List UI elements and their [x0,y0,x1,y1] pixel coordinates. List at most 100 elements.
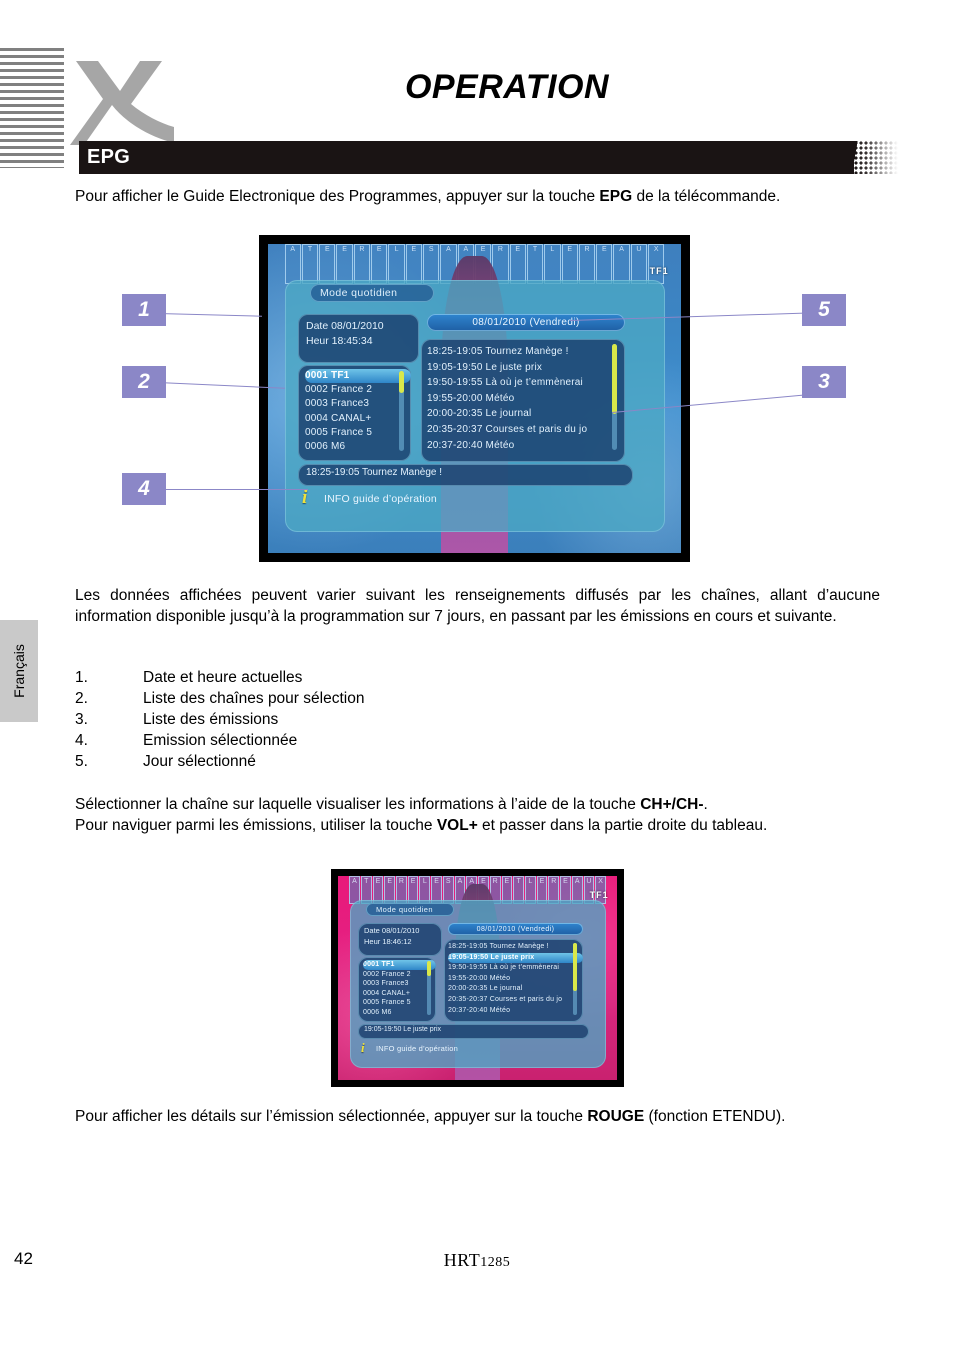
channel-scrollbar-track-2[interactable] [427,961,431,1015]
program-scrollbar-thumb-2[interactable] [573,943,577,991]
current-time: Heur 18:45:34 [306,335,373,347]
footer-model-main: HRT [443,1250,481,1270]
grid-cell: U [630,244,648,284]
mode-label: Mode quotidien [310,284,434,302]
info-icon-2: i [361,1040,365,1055]
channel-list-item[interactable]: 0006 M6 [305,440,411,454]
leader-line-4 [158,489,308,490]
grid-cell: E [371,244,388,284]
program-scrollbar-track[interactable] [612,344,617,450]
program-list-2[interactable]: 18:25-19:05 Tournez Manège ! 19:05-19:50 … [444,939,583,1022]
channel-list-2[interactable]: 0001 TF1 0002 France 2 0003 France3 0004 CA… [358,957,436,1022]
channel-list-item[interactable]: 0004 CANAL+ [305,412,411,426]
callout-1: 1 [122,294,166,326]
program-list-item[interactable]: 18:25-19:05 Tournez Manège ! [448,942,583,953]
grid-cell: E [319,244,336,284]
detail-text-pre: Pour afficher les détails sur l’émission… [75,1108,588,1125]
select-text-post: . [703,796,708,813]
select-channel-paragraph: Sélectionner la chaîne sur laquelle visu… [75,794,880,815]
intro-text-post: de la télécommande. [632,188,781,205]
grid-cell: R [578,244,596,284]
program-list-item[interactable]: 20:37-20:40 Météo [448,1006,583,1017]
detail-paragraph: Pour afficher les détails sur l’émission… [75,1106,880,1127]
channel-list-item[interactable]: 0004 CANAL+ [363,989,436,999]
grid-cell: X [648,244,665,284]
legend-text: Emission sélectionnée [143,732,298,749]
channel-list[interactable]: 0001 TF1 0002 France 2 0003 France3 0004 CA… [298,365,411,461]
detail-key-rouge: ROUGE [587,1108,645,1125]
nav-key-vol: VOL+ [436,817,478,834]
legend-number: 5. [75,753,88,770]
legend-row: 5. Jour sélectionné [75,751,575,772]
program-list-item[interactable]: 18:25-19:05 Tournez Manège ! [427,344,625,360]
program-list-item[interactable]: 20:35-20:37 Courses et paris du jo [448,995,583,1006]
callout-5: 5 [802,294,846,326]
channel-list-item[interactable]: 0001 TF1 [363,960,436,970]
program-list-item[interactable]: 19:55-20:00 Météo [448,974,583,985]
program-list-item[interactable]: 20:37-20:40 Météo [427,438,625,454]
program-list-item[interactable]: 19:05-19:50 Le juste prix [448,952,583,964]
legend-text: Jour sélectionné [143,753,256,770]
current-date-2: Date 08/01/2010 [364,926,420,935]
grid-cell: E [336,244,353,284]
legend-row: 4. Emission sélectionnée [75,730,575,751]
nav-text-post: et passer dans la partie droite du table… [477,817,768,834]
program-list-item[interactable]: 19:05-19:50 Le juste prix [427,360,625,376]
channel-list-item[interactable]: 0005 France 5 [305,426,411,440]
info-icon: i [302,487,308,508]
program-list-item[interactable]: 19:50-19:55 Là où je t’emmènerai [427,375,625,391]
language-tab-francais: Français [0,620,38,722]
legend-number: 3. [75,711,88,728]
section-bar: EPG [79,141,854,174]
info-help-text-2: INFO guide d’opération [376,1044,458,1053]
legend-text: Date et heure actuelles [143,669,303,686]
legend-text: Liste des émissions [143,711,279,728]
channel-list-item[interactable]: 0003 France3 [305,397,411,411]
legend-number: 4. [75,732,88,749]
data-note-paragraph: Les données affichées peuvent varier sui… [75,587,880,625]
tf1-logo-2: TF1 [589,890,609,901]
nav-text-pre: Pour naviguer parmi les émissions, utili… [75,817,437,834]
channel-scrollbar-thumb-2[interactable] [427,961,431,976]
callout-3: 3 [802,366,846,398]
legend-row: 3. Liste des émissions [75,709,575,730]
grid-cell: E [561,244,578,284]
program-scrollbar-track-2[interactable] [573,943,577,1015]
channel-list-item[interactable]: 0005 France 5 [363,998,436,1008]
intro-paragraph: Pour afficher le Guide Electronique des … [75,186,880,207]
grid-cell: T [526,244,544,284]
selected-day-bar[interactable]: 08/01/2010 (Vendredi) [427,314,625,331]
section-bar-halftone [854,141,898,174]
program-list-item[interactable]: 20:00-20:35 Le journal [448,984,583,995]
date-time-box: Date 08/01/2010 Heur 18:45:34 [298,314,419,363]
channel-list-item[interactable]: 0006 M6 [363,1008,436,1018]
legend-number: 2. [75,690,88,707]
leader-line-1 [157,313,262,317]
channel-list-item[interactable]: 0002 France 2 [363,970,436,980]
select-key-ch: CH+/CH- [640,796,704,813]
channel-list-item[interactable]: 0003 France3 [363,979,436,989]
selected-day-bar-2[interactable]: 08/01/2010 (Vendredi) [448,923,583,935]
program-list-item[interactable]: 19:55-20:00 Météo [427,391,625,407]
program-list-item[interactable]: 20:00-20:35 Le journal [427,406,625,422]
current-date: Date 08/01/2010 [306,320,384,332]
channel-list-item[interactable]: 0001 TF1 [305,369,411,384]
grid-cell: E [596,244,613,284]
channel-scrollbar-track[interactable] [399,371,404,451]
select-text-pre: Sélectionner la chaîne sur laquelle visu… [75,796,641,813]
detail-text-post: (fonction ETENDU). [644,1108,786,1125]
program-scrollbar-thumb[interactable] [612,344,617,414]
program-list-item[interactable]: 20:35-20:37 Courses et paris du jo [427,422,625,438]
legend-row: 1. Date et heure actuelles [75,667,575,688]
epg-screenshot-main: ATEERELESAAERETLEREAUX TF1 Mode quotidie… [259,235,690,562]
navigate-paragraph: Pour naviguer parmi les émissions, utili… [75,815,880,836]
grid-cell: R [353,244,371,284]
program-list[interactable]: 18:25-19:05 Tournez Manège ! 19:05-19:50 … [421,339,625,462]
legend-list: 1. Date et heure actuelles 2. Liste des cha… [75,667,575,772]
channel-list-item[interactable]: 0002 France 2 [305,383,411,397]
legend-row: 2. Liste des chaînes pour sélection [75,688,575,709]
current-time-2: Heur 18:46:12 [364,936,412,946]
channel-scrollbar-thumb[interactable] [399,371,404,393]
program-list-item[interactable]: 19:50-19:55 Là où je t’emmènerai [448,963,583,974]
grid-cell: S [423,244,440,284]
